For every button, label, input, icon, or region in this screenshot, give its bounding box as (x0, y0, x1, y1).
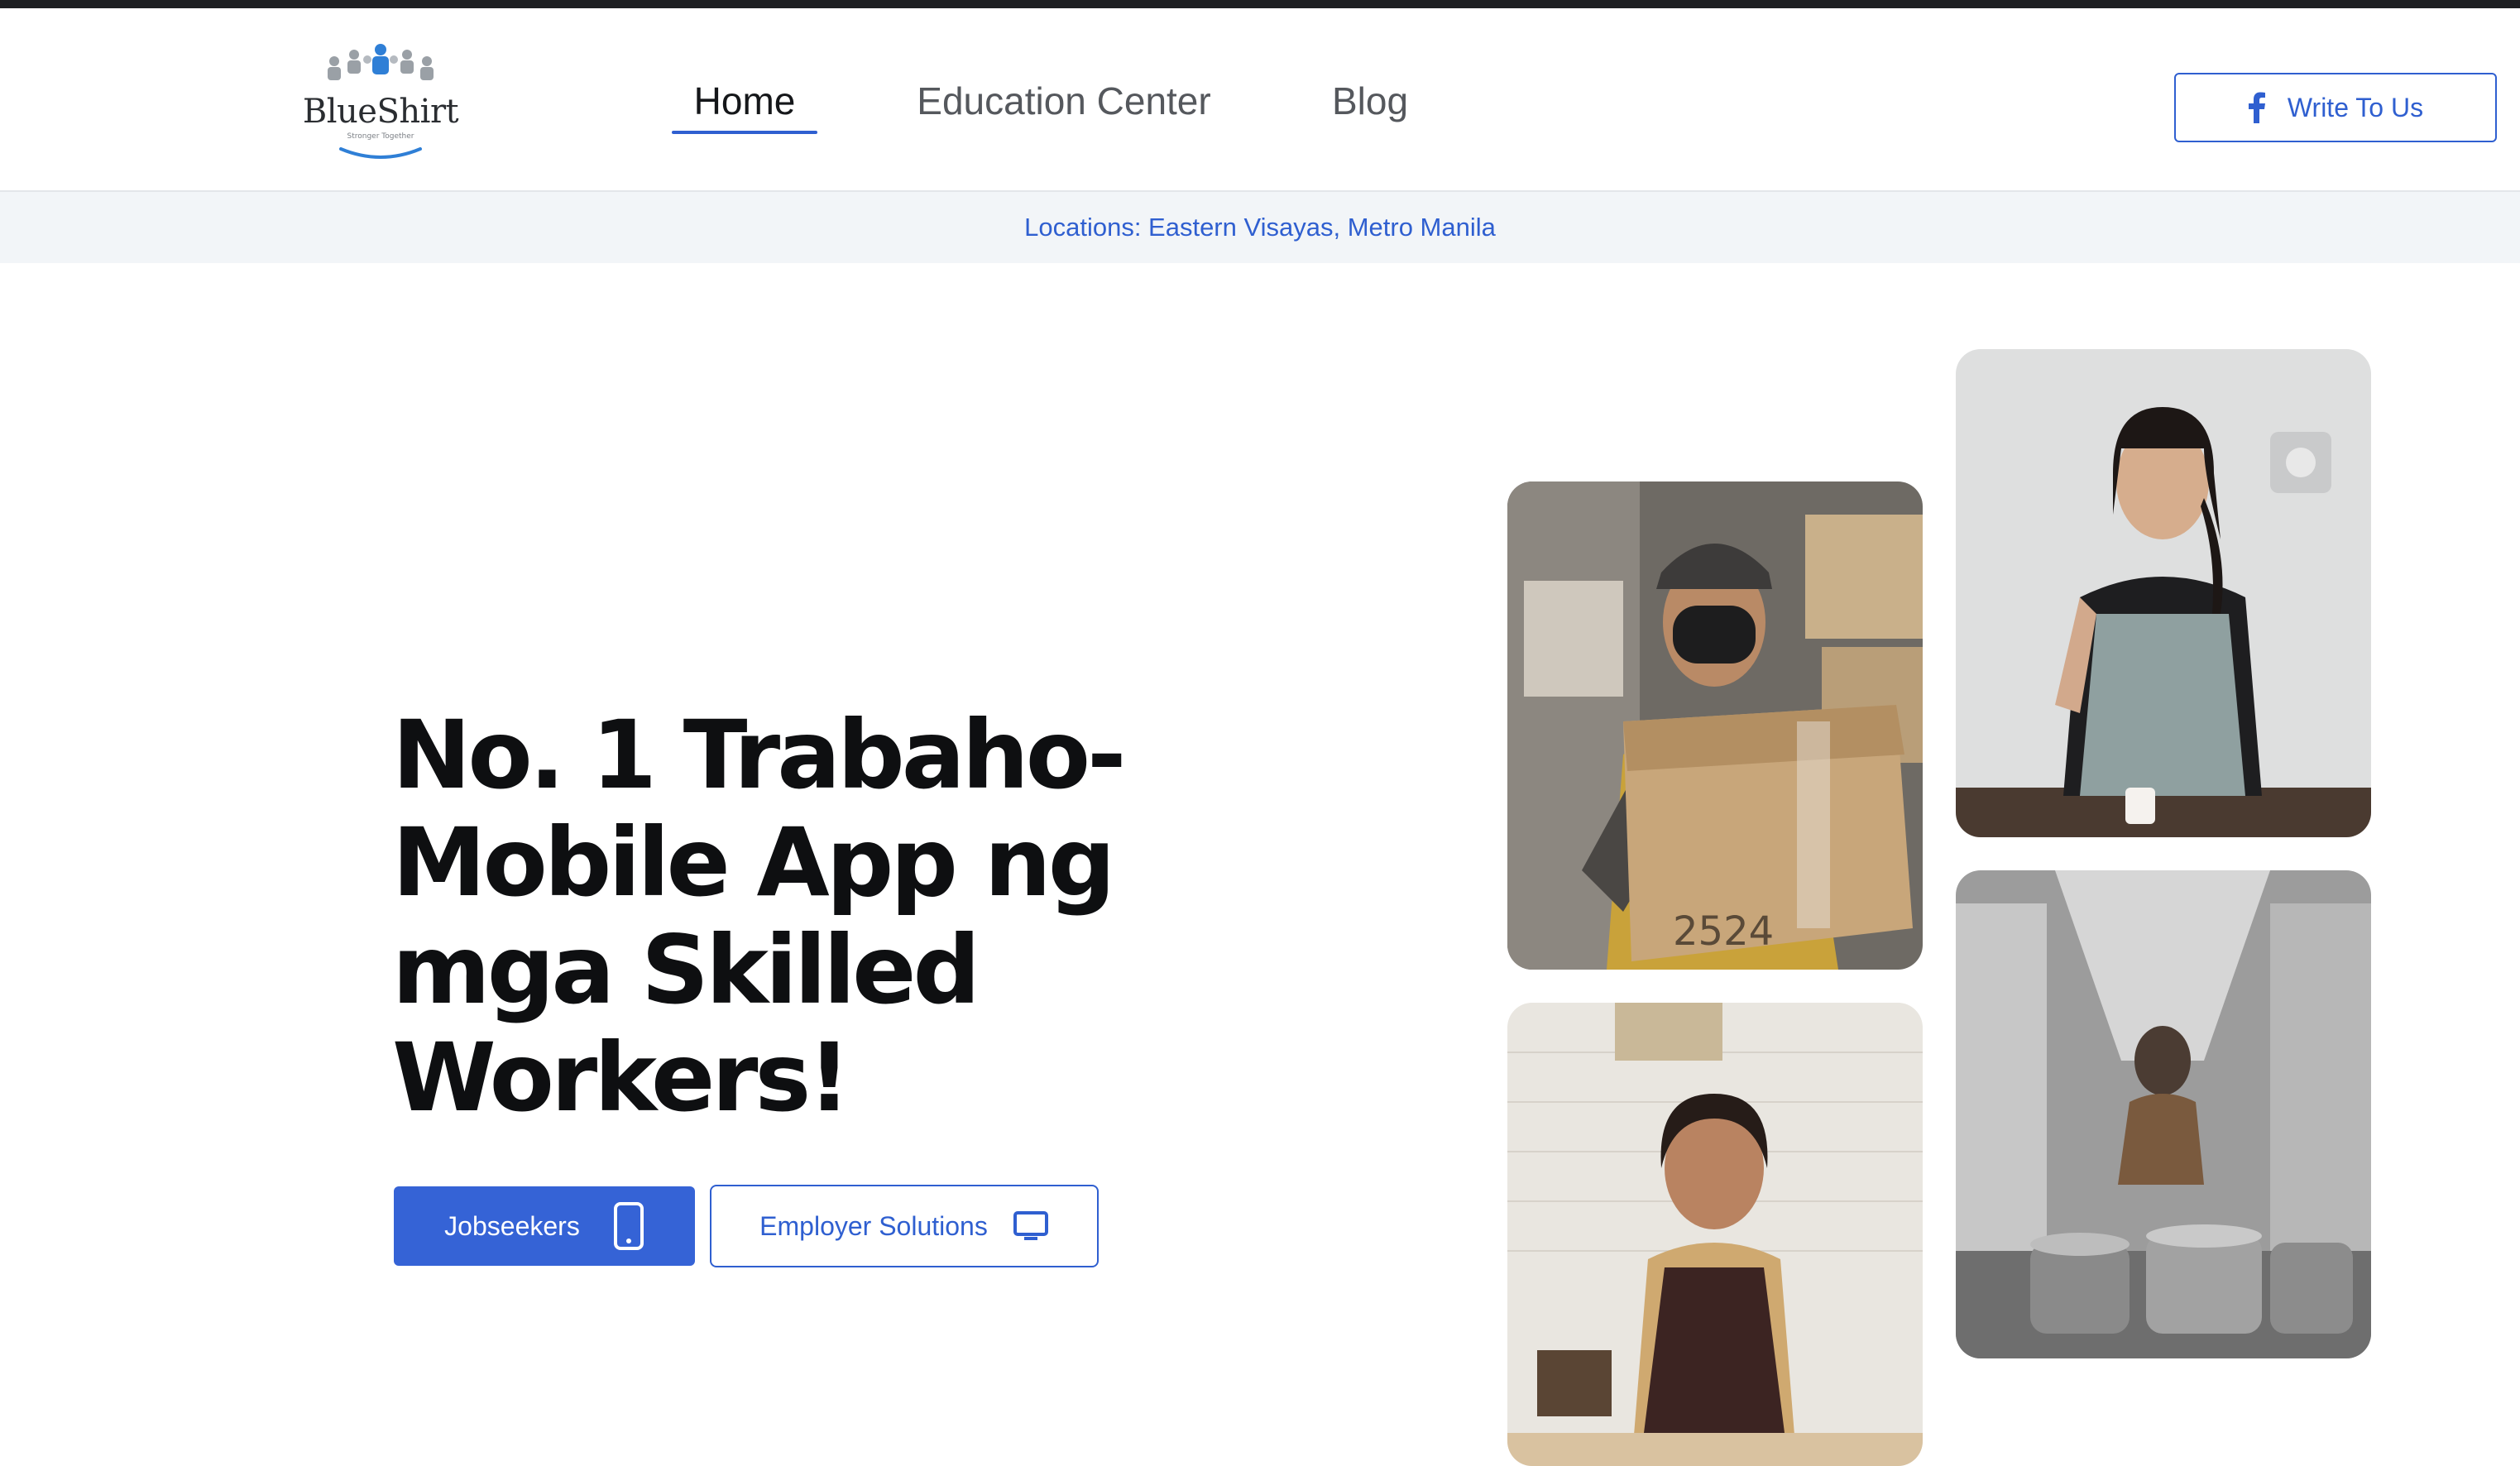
photo-delivery-worker: 2524 (1507, 481, 1923, 970)
photo-smiling-worker-apron (1507, 1003, 1923, 1466)
desktop-monitor-icon (1013, 1211, 1048, 1240)
employer-solutions-button[interactable]: Employer Solutions (710, 1185, 1099, 1267)
photo-smiling-barista (1956, 349, 2371, 837)
facebook-icon (2248, 92, 2265, 123)
write-to-us-button[interactable]: Write To Us (2174, 73, 2497, 142)
jobseekers-button[interactable]: Jobseekers (394, 1186, 695, 1266)
nav-home[interactable]: Home (672, 68, 817, 134)
employer-solutions-label: Employer Solutions (759, 1210, 988, 1241)
svg-text:2524: 2524 (1673, 908, 1774, 955)
logo-tagline: Stronger Together (347, 132, 414, 141)
nav-blog[interactable]: Blog (1320, 68, 1420, 134)
locations-bar: Locations: Eastern Visayas, Metro Manila (0, 192, 2520, 263)
nav-education-center[interactable]: Education Center (905, 68, 1223, 134)
logo-swoosh-icon (339, 147, 422, 159)
hero-headline: No. 1 Trabaho-Mobile App ng mga Skilled … (392, 700, 1126, 1133)
top-dark-strip (0, 0, 2520, 8)
logo-wordmark: BlueShirt (302, 93, 459, 131)
jobseekers-label: Jobseekers (444, 1210, 580, 1241)
locations-text: Locations: Eastern Visayas, Metro Manila (1024, 213, 1496, 242)
site-header: BlueShirt Stronger Together Home Educati… (0, 8, 2520, 192)
logo-people-icon (328, 44, 434, 80)
blueshirt-logo[interactable]: BlueShirt Stronger Together (299, 33, 462, 174)
write-to-us-label: Write To Us (2287, 92, 2424, 122)
nav-active-indicator (672, 131, 817, 134)
photo-brewery-worker (1956, 870, 2371, 1358)
mobile-phone-icon (613, 1202, 644, 1250)
